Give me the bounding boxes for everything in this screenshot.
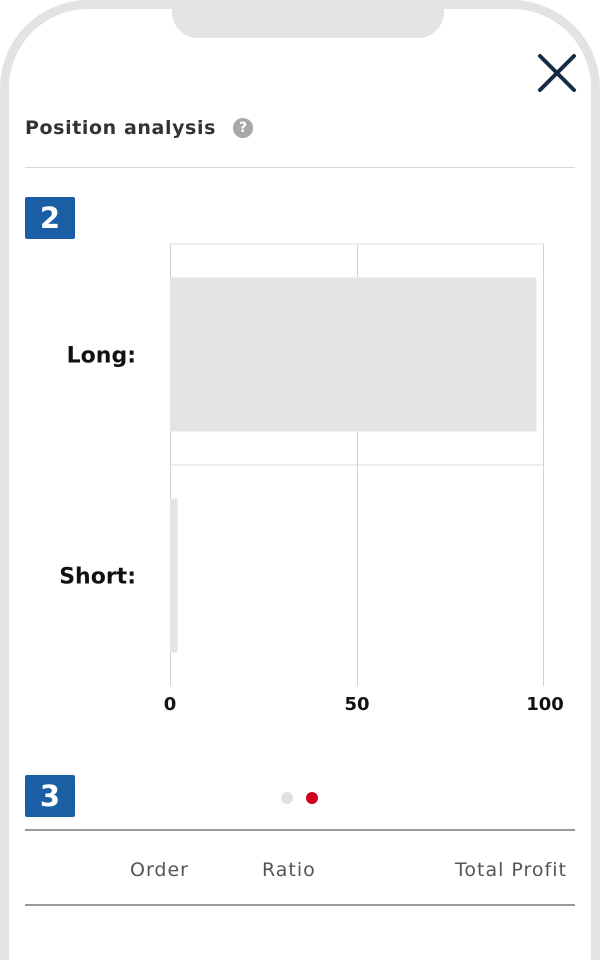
bar-long xyxy=(170,277,537,432)
header-divider xyxy=(25,167,575,168)
table-top-divider xyxy=(25,829,575,831)
x-tick-label: 0 xyxy=(164,694,177,715)
page-title: Position analysis xyxy=(25,117,216,139)
step-badge-table: 3 xyxy=(25,775,75,817)
close-icon xyxy=(538,54,576,92)
pager-dots xyxy=(281,792,318,804)
pager-dot-2[interactable] xyxy=(306,792,318,804)
category-label-short: Short: xyxy=(59,565,136,590)
close-button[interactable] xyxy=(536,52,578,94)
column-header-ratio: Ratio xyxy=(262,859,316,881)
column-header-total-profit: Total Profit xyxy=(455,859,567,881)
bar-short xyxy=(170,498,178,653)
help-glyph: ? xyxy=(238,120,248,136)
category-label-long: Long: xyxy=(67,344,136,369)
x-tick-label: 100 xyxy=(526,694,564,715)
panel-header: Position analysis ? xyxy=(25,117,253,139)
phone-notch xyxy=(172,5,444,38)
column-header-order: Order xyxy=(130,859,189,881)
pager-dot-1[interactable] xyxy=(281,792,293,804)
x-tick-label: 50 xyxy=(344,694,369,715)
position-chart: Long: Short: 0 50 100 xyxy=(59,243,564,715)
question-circle-icon[interactable]: ? xyxy=(233,118,253,138)
table-header-divider xyxy=(25,904,575,906)
